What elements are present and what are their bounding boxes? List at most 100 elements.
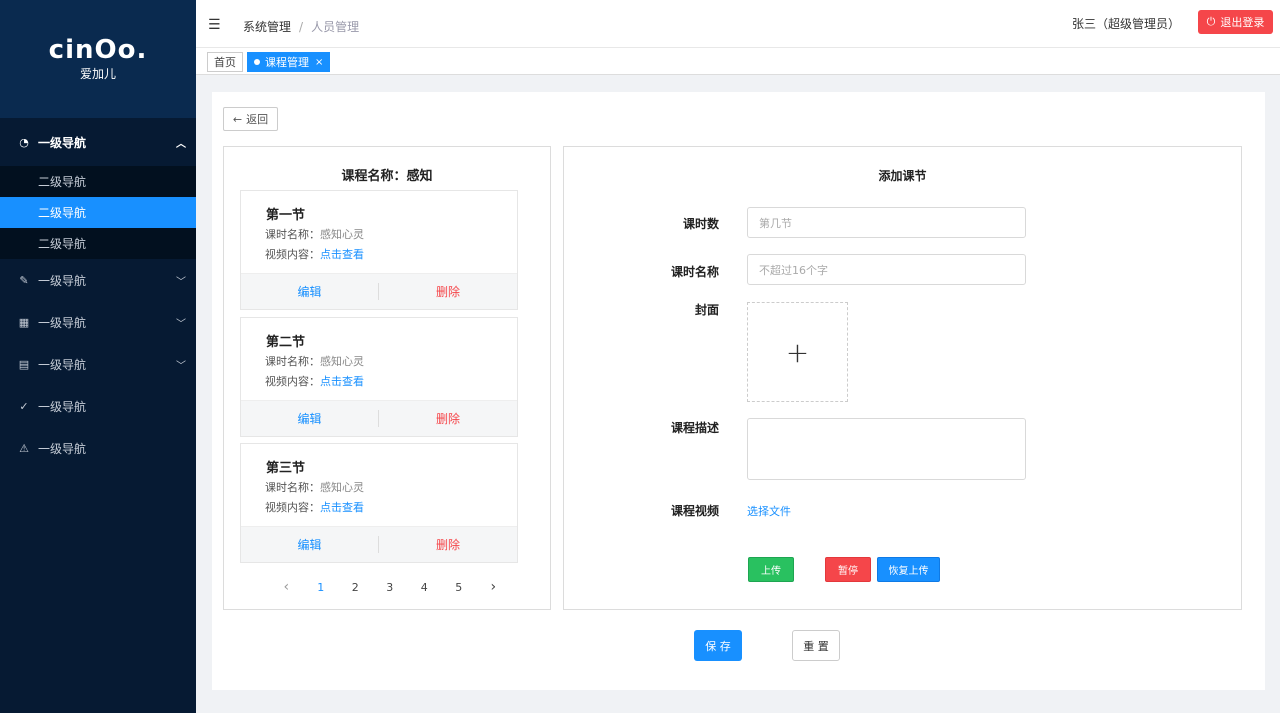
course-title: 课程名称：感知 (341, 169, 433, 184)
sidebar-subitem-active[interactable]: 二级导航 (0, 197, 196, 228)
hours-input[interactable]: 第几节 (747, 207, 1026, 238)
description-textarea[interactable] (747, 418, 1026, 480)
description-label: 课程描述 (670, 421, 719, 435)
edit-icon: ✎ (19, 273, 29, 287)
next-page-icon[interactable]: › (476, 579, 511, 595)
check-circle-icon: ✓ (19, 399, 29, 413)
dashboard-icon: ◔ (19, 135, 29, 149)
top-header: ☰ 系统管理 / 人员管理 张三（超级管理员） ⏻ 退出登录 (196, 0, 1280, 48)
sidebar-group-nav[interactable]: ◔ 一级导航 ︿ (0, 118, 196, 166)
page-button[interactable]: 2 (338, 581, 373, 594)
plus-icon: + (785, 335, 810, 369)
breadcrumb-separator: / (299, 20, 304, 34)
sidebar: cinOo. 爱加儿 ◔ 一级导航 ︿ 二级导航 二级导航 二级导航 ✎ 一级导… (0, 0, 196, 713)
chevron-up-icon: ︿ (176, 138, 186, 150)
lesson-card: 第二节 课时名称：感知心灵 视频内容：点击查看 编辑 删除 (240, 317, 518, 437)
lesson-name-value: 感知心灵 (320, 481, 364, 494)
active-dot-icon (254, 59, 260, 65)
sidebar-subitem-label: 二级导航 (38, 237, 87, 251)
menu-fold-icon[interactable]: ☰ (208, 17, 221, 33)
lesson-name-row: 课时名称：感知心灵 (265, 226, 364, 242)
logo: cinOo. 爱加儿 (0, 0, 196, 118)
page-button[interactable]: 4 (407, 581, 442, 594)
pause-button[interactable]: 暂停 (825, 557, 871, 582)
chevron-down-icon: ﹀ (176, 360, 186, 372)
lesson-video-label: 视频内容： (265, 375, 320, 388)
sidebar-subitem-label: 二级导航 (38, 175, 87, 189)
sidebar-subitem[interactable]: 二级导航 (0, 166, 196, 197)
view-video-link[interactable]: 点击查看 (320, 248, 364, 261)
page-button[interactable]: 1 (304, 581, 339, 594)
lesson-video-row: 视频内容：点击查看 (265, 373, 364, 389)
view-video-link[interactable]: 点击查看 (320, 501, 364, 514)
pagination: ‹ 1 2 3 4 5 › (269, 579, 511, 595)
page-button[interactable]: 5 (442, 581, 477, 594)
edit-button[interactable]: 编辑 (241, 283, 379, 300)
sidebar-item[interactable]: ✎ 一级导航 ﹀ (0, 259, 196, 301)
save-button[interactable]: 保 存 (694, 630, 742, 661)
delete-button[interactable]: 删除 (379, 536, 517, 553)
delete-button[interactable]: 删除 (379, 410, 517, 427)
close-icon[interactable]: × (315, 57, 323, 68)
edit-button[interactable]: 编辑 (241, 536, 379, 553)
sidebar-item[interactable]: ✓ 一级导航 (0, 385, 196, 427)
power-icon: ⏻ (1206, 15, 1216, 28)
breadcrumb-current: 人员管理 (311, 20, 360, 34)
tab-label: 课程管理 (265, 56, 309, 69)
sidebar-item[interactable]: ▦ 一级导航 ﹀ (0, 301, 196, 343)
list-icon: ▤ (18, 357, 30, 371)
sidebar-item-label: 一级导航 (38, 357, 87, 372)
lesson-list-panel: 课程名称：感知 第一节 课时名称：感知心灵 视频内容：点击查看 编辑 删除 第二… (223, 146, 551, 610)
add-lesson-title: 添加课节 (878, 169, 927, 183)
sidebar-item[interactable]: ⚠ 一级导航 (0, 427, 196, 469)
prev-page-icon[interactable]: ‹ (269, 579, 304, 595)
breadcrumb-item[interactable]: 系统管理 (243, 20, 291, 34)
view-video-link[interactable]: 点击查看 (320, 375, 364, 388)
lesson-name-label: 课时名称： (265, 355, 320, 368)
lesson-title: 第二节 (266, 335, 306, 350)
lesson-name-input[interactable]: 不超过16个字 (747, 254, 1026, 285)
lesson-card-actions: 编辑 删除 (241, 400, 517, 436)
upload-button[interactable]: 上传 (748, 557, 794, 582)
lesson-video-row: 视频内容：点击查看 (265, 246, 364, 262)
sidebar-item-label: 一级导航 (38, 273, 87, 288)
cover-upload[interactable]: + (747, 302, 848, 402)
hours-label: 课时数 (682, 217, 719, 231)
user-name: 张三（超级管理员） (1071, 17, 1180, 31)
logout-button[interactable]: ⏻ 退出登录 (1198, 10, 1273, 34)
lesson-card: 第三节 课时名称：感知心灵 视频内容：点击查看 编辑 删除 (240, 443, 518, 563)
table-icon: ▦ (18, 315, 30, 329)
sidebar-item[interactable]: ▤ 一级导航 ﹀ (0, 343, 196, 385)
lesson-title: 第三节 (266, 461, 306, 476)
lesson-name-label: 课时名称： (265, 481, 320, 494)
lesson-name-row: 课时名称：感知心灵 (265, 479, 364, 495)
sidebar-subitem-label: 二级导航 (38, 206, 87, 220)
back-button[interactable]: ← 返回 (223, 107, 278, 131)
tab-course[interactable]: 课程管理 × (247, 52, 331, 72)
resume-upload-button[interactable]: 恢复上传 (877, 557, 940, 582)
back-label: 返回 (246, 113, 269, 126)
logo-subtitle: 爱加儿 (79, 66, 116, 81)
delete-button[interactable]: 删除 (379, 283, 517, 300)
lesson-name-value: 感知心灵 (320, 355, 364, 368)
lesson-name-row: 课时名称：感知心灵 (265, 353, 364, 369)
chevron-down-icon: ﹀ (176, 318, 186, 330)
cover-label: 封面 (694, 303, 719, 317)
lesson-card-actions: 编辑 删除 (241, 526, 517, 562)
page-button[interactable]: 3 (373, 581, 408, 594)
sidebar-item-label: 一级导航 (38, 399, 87, 414)
sidebar-item-label: 一级导航 (38, 315, 87, 330)
tab-home[interactable]: 首页 (207, 52, 243, 72)
tabs-bar: 首页 课程管理 × (196, 48, 1280, 75)
lesson-name-label: 课时名称 (670, 265, 719, 279)
main-content: ← 返回 课程名称：感知 第一节 课时名称：感知心灵 视频内容：点击查看 编辑 … (212, 92, 1265, 690)
reset-button[interactable]: 重 置 (792, 630, 840, 661)
chevron-down-icon: ﹀ (176, 276, 186, 288)
arrow-left-icon: ← (232, 112, 243, 126)
breadcrumb: 系统管理 / 人员管理 (243, 18, 359, 35)
lesson-title: 第一节 (266, 208, 306, 223)
choose-file-link[interactable]: 选择文件 (747, 503, 791, 519)
add-lesson-panel: 添加课节 课时数 第几节 课时名称 不超过16个字 封面 + 课程描述 课程视频… (563, 146, 1242, 610)
edit-button[interactable]: 编辑 (241, 410, 379, 427)
sidebar-subitem[interactable]: 二级导航 (0, 228, 196, 259)
